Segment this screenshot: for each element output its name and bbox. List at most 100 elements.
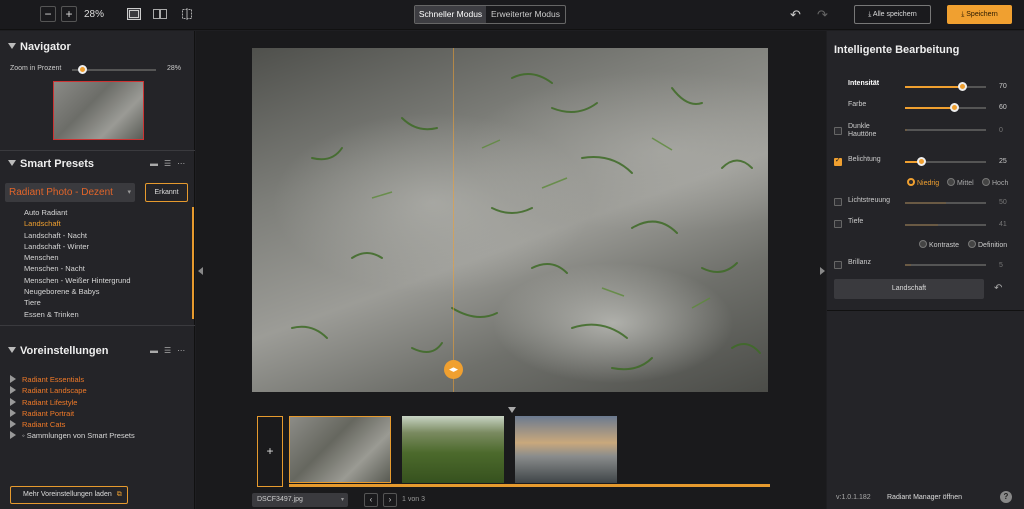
radio-icon	[947, 178, 955, 186]
depth-option-contrast[interactable]: Kontraste	[919, 240, 959, 249]
preset-item[interactable]: Menschen - Nacht	[24, 263, 131, 274]
list-view-icon: ☰	[164, 159, 178, 168]
divider	[827, 310, 1024, 311]
dark-skin-checkbox[interactable]	[834, 127, 842, 135]
intensity-knob[interactable]	[957, 82, 967, 91]
canvas-area: ◂▸ + DSCF3497.jpg ▾ ‹ › 1 von 3	[196, 31, 826, 509]
voreinstellungen-title[interactable]: Voreinstellungen	[8, 345, 108, 357]
preset-collection-item[interactable]: Radiant Portrait	[10, 408, 135, 419]
redo-icon[interactable]: ↷	[817, 7, 828, 23]
caret-icon: ▾	[340, 497, 344, 503]
color-knob[interactable]	[949, 103, 959, 112]
detected-button[interactable]: Erkannt	[145, 183, 188, 202]
preset-item[interactable]: Menschen - Weißer Hintergrund	[24, 275, 131, 286]
exposure-option-medium[interactable]: Mittel	[947, 178, 974, 187]
dark-skin-slider[interactable]	[905, 129, 986, 131]
radio-icon	[982, 178, 990, 186]
open-manager-link[interactable]: Radiant Manager öffnen	[887, 494, 962, 501]
help-icon[interactable]: ?	[1000, 491, 1012, 503]
divider	[0, 325, 195, 326]
reset-icon[interactable]: ↶	[994, 283, 1002, 294]
depth-slider[interactable]	[905, 224, 986, 226]
navigator-zoom-value: 28%	[167, 65, 182, 72]
prev-image-button[interactable]: ‹	[364, 493, 378, 507]
color-slider[interactable]	[905, 103, 986, 112]
preset-item[interactable]: Neugeborene & Babys	[24, 286, 131, 297]
next-image-button[interactable]: ›	[383, 493, 397, 507]
depth-value: 41	[999, 221, 1007, 228]
exposure-option-low[interactable]: Niedrig	[907, 178, 939, 187]
more-icon: ⋯	[177, 159, 192, 168]
zoom-out-button[interactable]: −	[40, 6, 56, 22]
dark-skin-label: Dunkle Hauttöne	[848, 123, 877, 138]
exposure-checkbox[interactable]	[834, 156, 842, 166]
dark-skin-value: 0	[999, 127, 1003, 134]
brilliance-checkbox[interactable]	[834, 261, 842, 269]
intensity-value: 70	[999, 83, 1007, 90]
load-more-presets-button[interactable]: Mehr Voreinstellungen laden ⧉	[10, 486, 128, 504]
single-view-icon[interactable]	[127, 8, 141, 20]
collapse-right-icon[interactable]	[820, 267, 825, 275]
preset-collection-item[interactable]: Radiant Cats	[10, 419, 135, 430]
expand-triangle-icon	[10, 408, 16, 417]
depth-option-definition[interactable]: Definition	[968, 240, 1007, 249]
split-handle-icon[interactable]: ◂▸	[444, 360, 463, 379]
smart-presets-view-icons[interactable]: ▬☰⋯	[150, 159, 191, 168]
exposure-option-high[interactable]: Hoch	[982, 178, 1008, 187]
filmstrip-scrollbar[interactable]	[289, 484, 770, 487]
preset-item[interactable]: Auto Radiant	[24, 207, 131, 218]
compare-view-icon[interactable]	[180, 8, 194, 20]
preset-collection-item[interactable]: Radiant Landscape	[10, 385, 135, 396]
radio-selected-icon	[907, 178, 915, 186]
advanced-mode-tab[interactable]: Erweiterter Modus	[486, 6, 565, 23]
light-scatter-checkbox[interactable]	[834, 198, 842, 206]
filmstrip-thumbnail-3[interactable]	[515, 416, 617, 483]
navigator-title[interactable]: Navigator	[8, 41, 71, 53]
navigator-thumbnail[interactable]	[53, 81, 144, 140]
exposure-slider[interactable]	[905, 157, 986, 166]
preset-collection-item[interactable]: Radiant Lifestyle	[10, 397, 135, 408]
main-photo[interactable]: ◂▸	[252, 48, 768, 392]
top-toolbar: − + 28% Schneller Modus Erweiterter Modu…	[0, 0, 1024, 30]
preset-landscape-button[interactable]: Landschaft	[834, 279, 984, 299]
voreinstellungen-view-icons[interactable]: ▬☰⋯	[150, 346, 191, 355]
preset-list: Auto Radiant Landschaft Landschaft - Nacht…	[24, 207, 131, 320]
undo-icon[interactable]: ↶	[790, 7, 801, 23]
zoom-in-button[interactable]: +	[61, 6, 77, 22]
quick-mode-tab[interactable]: Schneller Modus	[415, 6, 487, 23]
add-image-button[interactable]: +	[257, 416, 283, 487]
preset-item[interactable]: Landschaft	[24, 218, 131, 229]
split-divider[interactable]	[453, 48, 454, 392]
brilliance-label: Brillanz	[848, 259, 871, 266]
collapse-left-icon[interactable]	[198, 267, 203, 275]
brilliance-slider[interactable]	[905, 264, 986, 266]
filmstrip-toggle-icon[interactable]	[508, 407, 516, 413]
filmstrip-thumbnail-2[interactable]	[402, 416, 504, 483]
grid-view-icon: ▬	[150, 159, 164, 168]
preset-dropdown[interactable]: Radiant Photo - Dezent ▾	[5, 183, 135, 202]
intensity-slider[interactable]	[905, 82, 986, 91]
mode-switch: Schneller Modus Erweiterter Modus	[414, 5, 566, 24]
split-view-icon[interactable]	[153, 8, 167, 20]
light-scatter-slider[interactable]	[905, 202, 986, 204]
list-view-icon: ☰	[164, 346, 178, 355]
preset-item[interactable]: Landschaft - Nacht	[24, 230, 131, 241]
caret-icon: ▾	[127, 189, 131, 196]
save-all-button[interactable]: ⤓ Alle speichern	[854, 5, 931, 24]
preset-collection-item[interactable]: ◦ Sammlungen von Smart Presets	[10, 430, 135, 441]
save-button[interactable]: ⤓ Speichern	[947, 5, 1012, 24]
navigator-zoom-knob[interactable]	[78, 65, 87, 74]
preset-scrollbar[interactable]	[192, 207, 194, 319]
smart-presets-title[interactable]: Smart Presets	[8, 158, 94, 170]
preset-item[interactable]: Tiere	[24, 297, 131, 308]
expand-triangle-icon	[10, 420, 16, 429]
preset-collection-item[interactable]: Radiant Essentials	[10, 374, 135, 385]
preset-item[interactable]: Essen & Trinken	[24, 309, 131, 320]
filmstrip-thumbnail-1[interactable]	[289, 416, 391, 483]
preset-item[interactable]: Landschaft - Winter	[24, 241, 131, 252]
file-name-dropdown[interactable]: DSCF3497.jpg ▾	[252, 493, 348, 507]
exposure-knob[interactable]	[917, 157, 927, 166]
preset-item[interactable]: Menschen	[24, 252, 131, 263]
depth-checkbox[interactable]	[834, 220, 842, 228]
version-label: v:1.0.1.182	[836, 494, 871, 501]
